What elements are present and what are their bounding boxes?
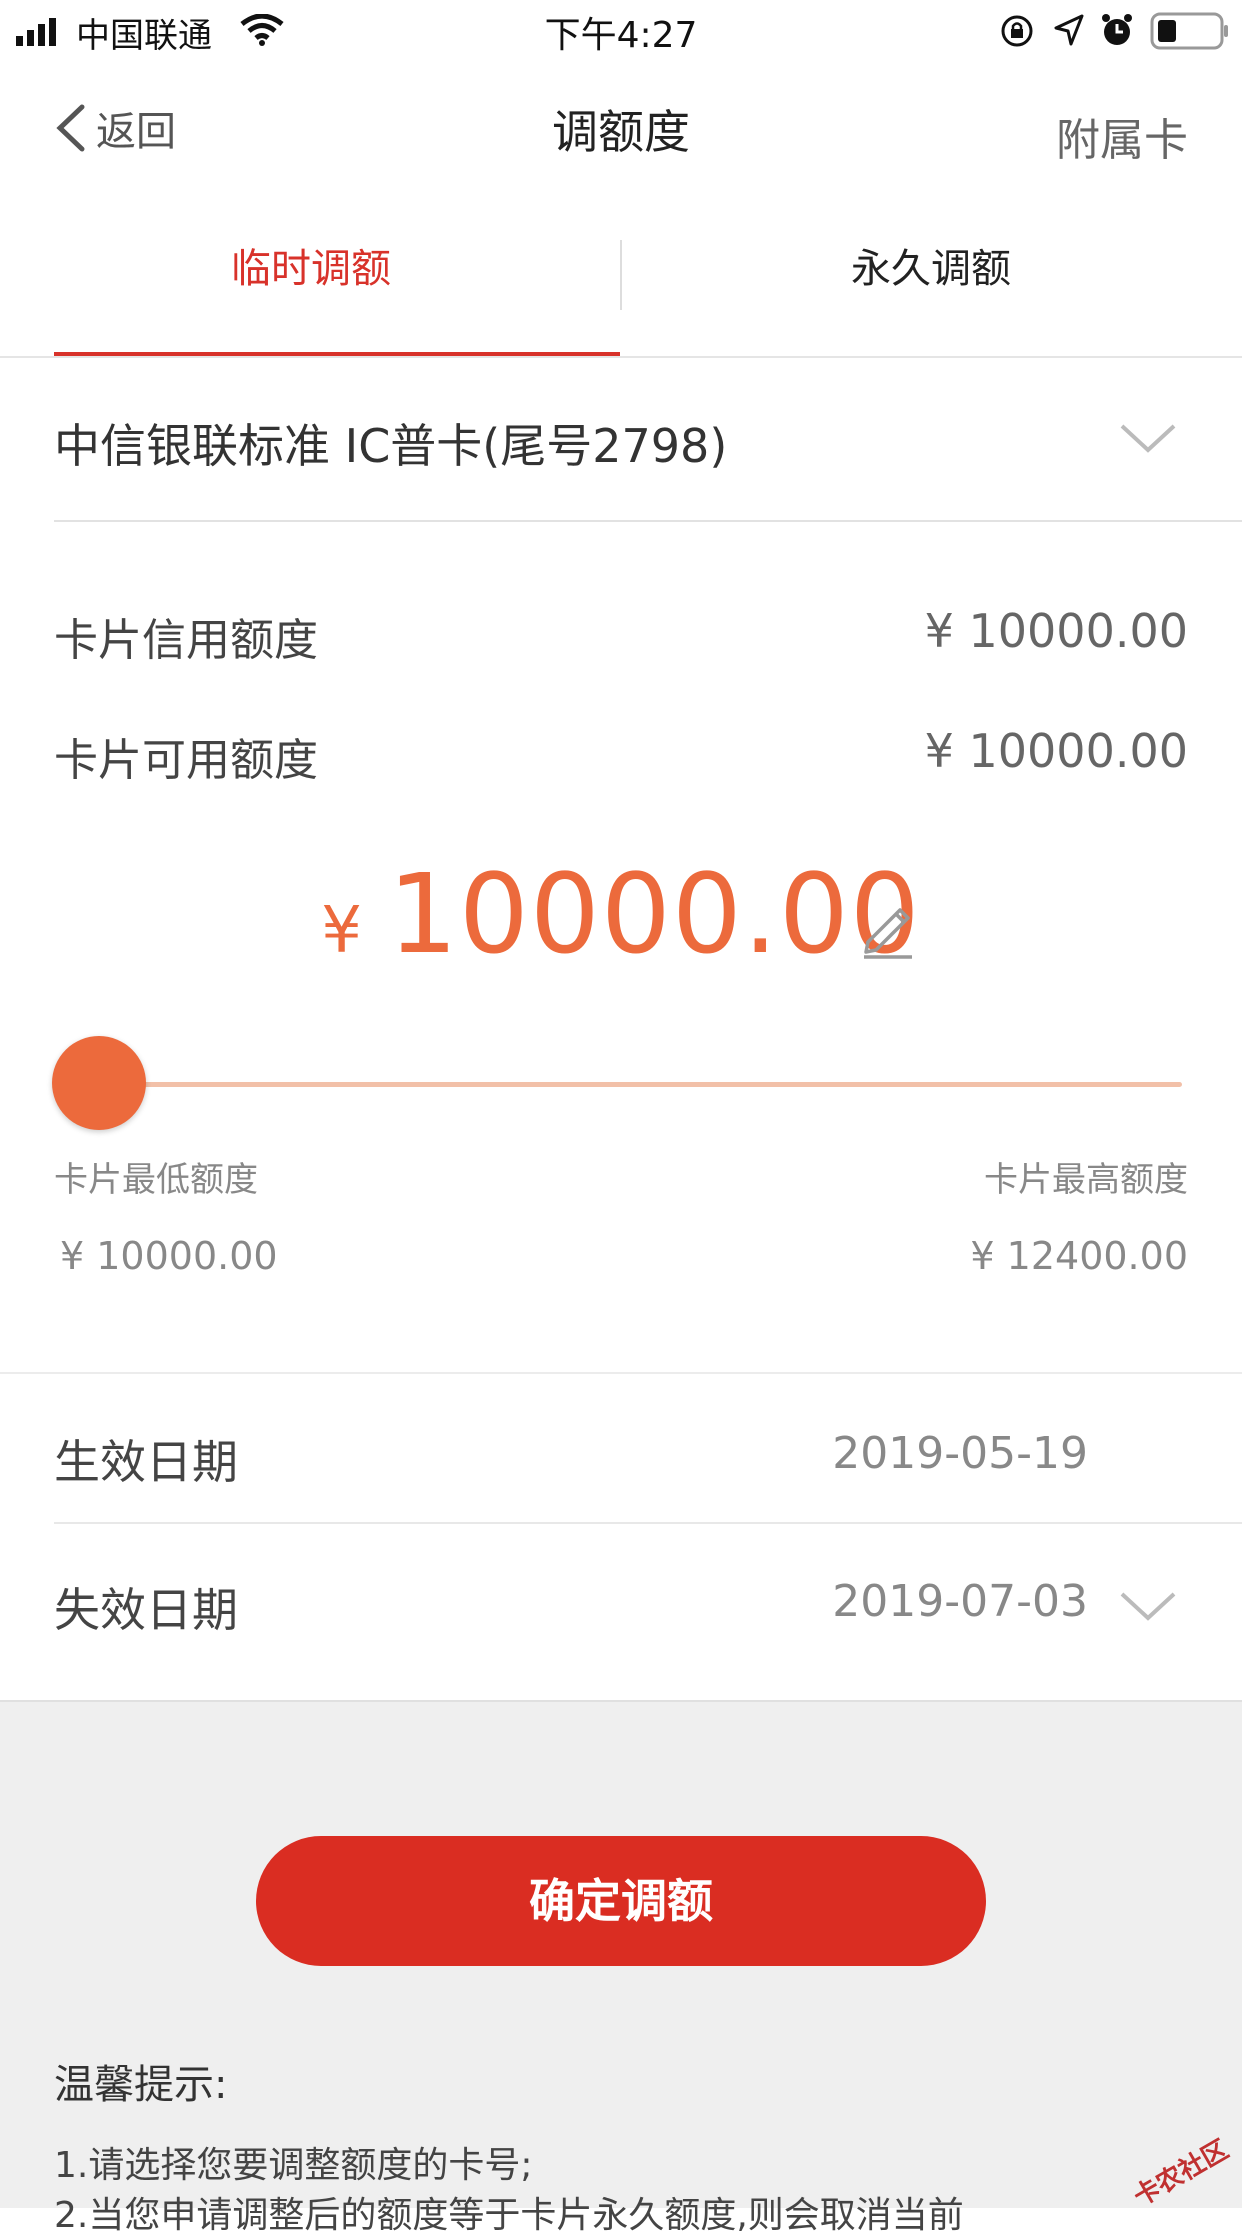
available-limit-value: ¥ 10000.00 (924, 724, 1188, 778)
effective-date-label: 生效日期 (54, 1435, 238, 1489)
available-limit-label: 卡片可用额度 (54, 735, 318, 786)
rotation-lock-icon (1001, 15, 1033, 47)
tab-permanent-adjust[interactable]: 永久调额 (648, 236, 1214, 294)
max-limit-label: 卡片最高额度 (984, 1160, 1188, 1200)
card-name: 中信银联标准 IC普卡(尾号2798) (54, 419, 728, 473)
effective-date-value: 2019-05-19 (832, 1428, 1088, 1479)
credit-limit-label: 卡片信用额度 (54, 615, 318, 666)
expiry-date-value: 2019-07-03 (832, 1576, 1088, 1627)
amount-slider-track[interactable] (130, 1082, 1182, 1087)
adjusted-amount-value: 10000.00 (387, 850, 921, 978)
card-selector[interactable]: 中信银联标准 IC普卡(尾号2798) (54, 400, 1188, 520)
max-limit-value: ¥ 12400.00 (970, 1234, 1188, 1278)
confirm-adjust-button[interactable]: 确定调额 (256, 1836, 986, 1966)
tab-temporary-adjust[interactable]: 临时调额 (28, 236, 594, 294)
section-divider (0, 1700, 1242, 1702)
min-limit-value: ¥ 10000.00 (60, 1234, 278, 1278)
effective-date-row: 生效日期 2019-05-19 (0, 1374, 1242, 1522)
chevron-down-icon (1120, 1592, 1176, 1621)
battery-icon (1150, 12, 1228, 50)
adjusted-amount: ¥10000.00 (0, 850, 1242, 978)
credit-limit-value: ¥ 10000.00 (924, 604, 1188, 658)
alarm-icon (1102, 14, 1132, 45)
location-arrow-icon (1054, 14, 1084, 46)
amount-slider-handle[interactable] (52, 1036, 146, 1130)
min-limit-label: 卡片最低额度 (54, 1160, 258, 1200)
status-bar: 中国联通 下午4:27 (0, 0, 1242, 62)
pencil-icon[interactable] (860, 900, 916, 960)
tip-line: 1.请选择您要调整额度的卡号; (54, 2145, 533, 2186)
tab-divider (620, 240, 622, 310)
expiry-date-label: 失效日期 (54, 1583, 238, 1637)
tip-line: 2.当您申请调整后的额度等于卡片永久额度,则会取消当前 (54, 2195, 964, 2236)
tips-title: 温馨提示: (54, 2062, 228, 2108)
divider (54, 520, 1242, 522)
currency-symbol: ¥ (321, 894, 362, 968)
expiry-date-row[interactable]: 失效日期 2019-07-03 (0, 1524, 1242, 1700)
chevron-down-icon (1120, 424, 1176, 453)
supplementary-card-button[interactable]: 附属卡 (1056, 104, 1188, 168)
tabs-bottom-border (0, 356, 1242, 358)
